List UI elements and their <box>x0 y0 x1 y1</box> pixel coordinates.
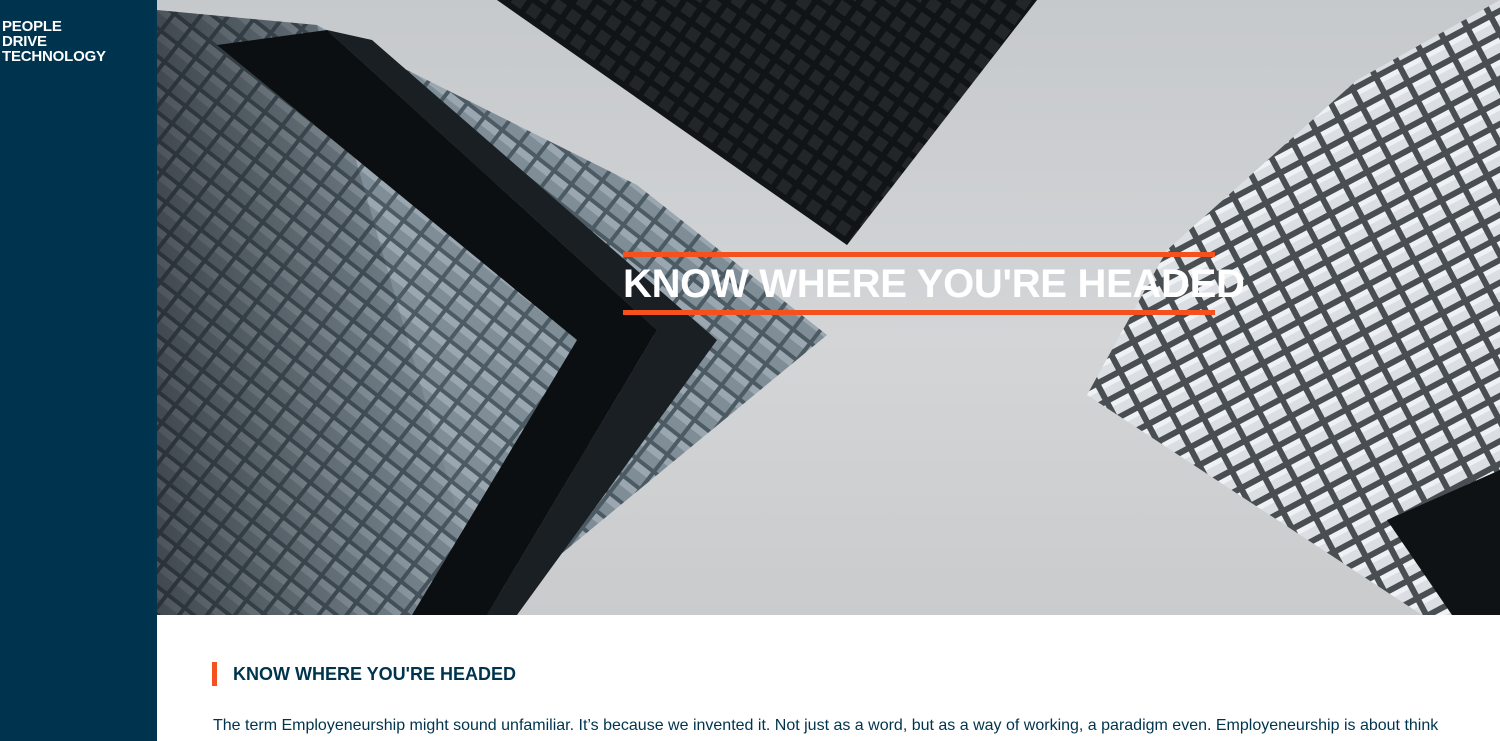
hero-banner: KNOW WHERE YOU'RE HEADED <box>157 0 1500 615</box>
hero-title-top-rule <box>623 252 1215 257</box>
hero-title-bottom-rule <box>623 310 1215 315</box>
logo-line-3: TECHNOLOGY <box>2 48 106 65</box>
logo-line-1: PEOPLE <box>2 18 62 35</box>
hero-title-block: KNOW WHERE YOU'RE HEADED <box>623 252 1245 315</box>
section-accent-bar <box>212 662 217 686</box>
section-body-text: The term Employeneurship might sound unf… <box>213 717 1439 734</box>
section-heading: KNOW WHERE YOU'RE HEADED <box>233 664 516 684</box>
content-section: KNOW WHERE YOU'RE HEADED The term Employ… <box>157 615 1500 741</box>
sidebar: PEOPLE DRIVE TECHNOLOGY <box>0 0 157 741</box>
logo-line-2: DRIVE <box>2 33 47 50</box>
hero-title: KNOW WHERE YOU'RE HEADED <box>623 262 1245 306</box>
brand-logo[interactable]: PEOPLE DRIVE TECHNOLOGY <box>2 19 106 64</box>
